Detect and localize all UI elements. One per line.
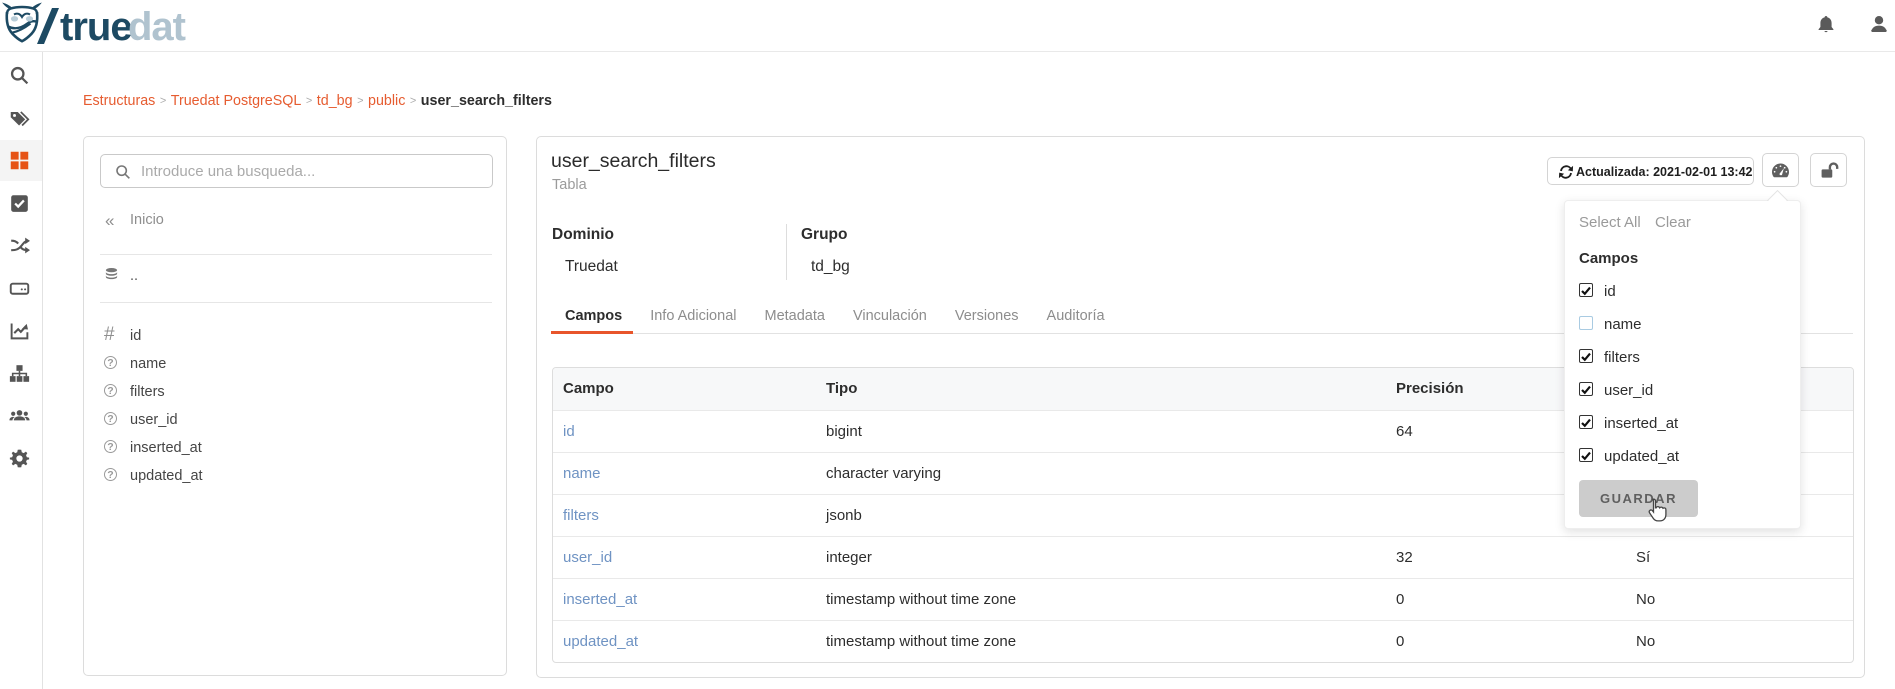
svg-text:dat: dat: [128, 5, 186, 49]
svg-text:true: true: [60, 5, 132, 49]
